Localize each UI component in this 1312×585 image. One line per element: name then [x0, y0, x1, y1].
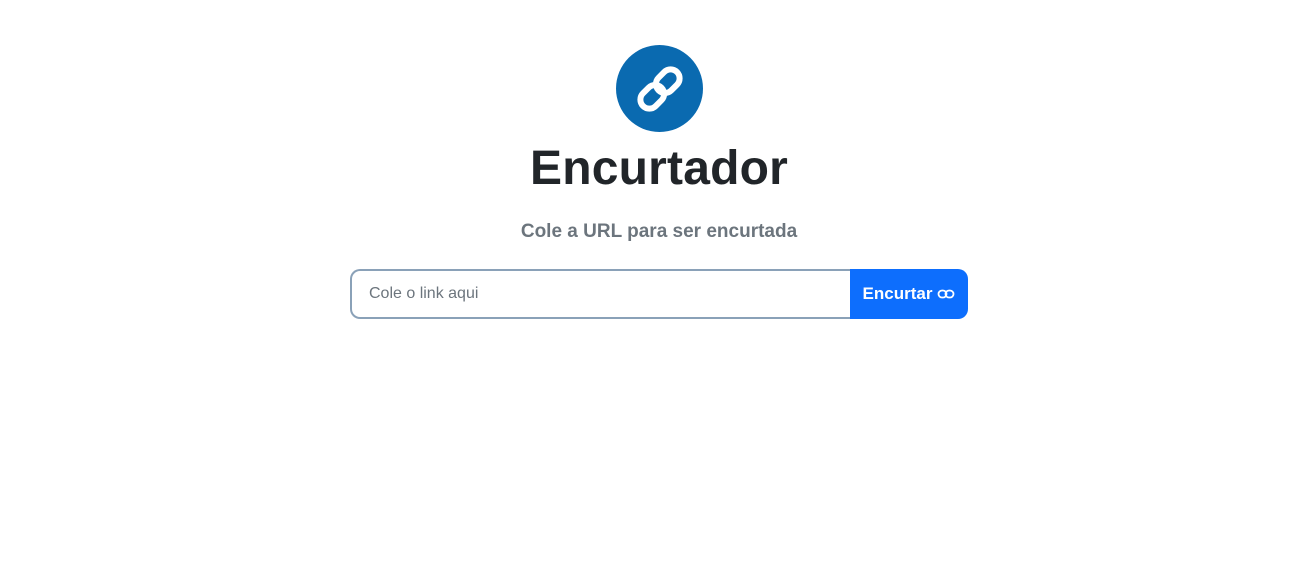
page-title: Encurtador	[529, 142, 789, 195]
url-input[interactable]	[350, 269, 850, 319]
shorten-button[interactable]: Encurtar	[850, 269, 968, 319]
link-icon	[938, 289, 955, 299]
shorten-form: Encurtar	[350, 269, 968, 319]
shorten-button-label: Encurtar	[862, 284, 933, 303]
chain-link-glyph	[636, 65, 683, 112]
chain-link-icon	[616, 45, 703, 132]
page-subtitle: Cole a URL para ser encurtada	[520, 221, 798, 242]
page: Encurtador Cole a URL para ser encurtada…	[0, 0, 1312, 585]
